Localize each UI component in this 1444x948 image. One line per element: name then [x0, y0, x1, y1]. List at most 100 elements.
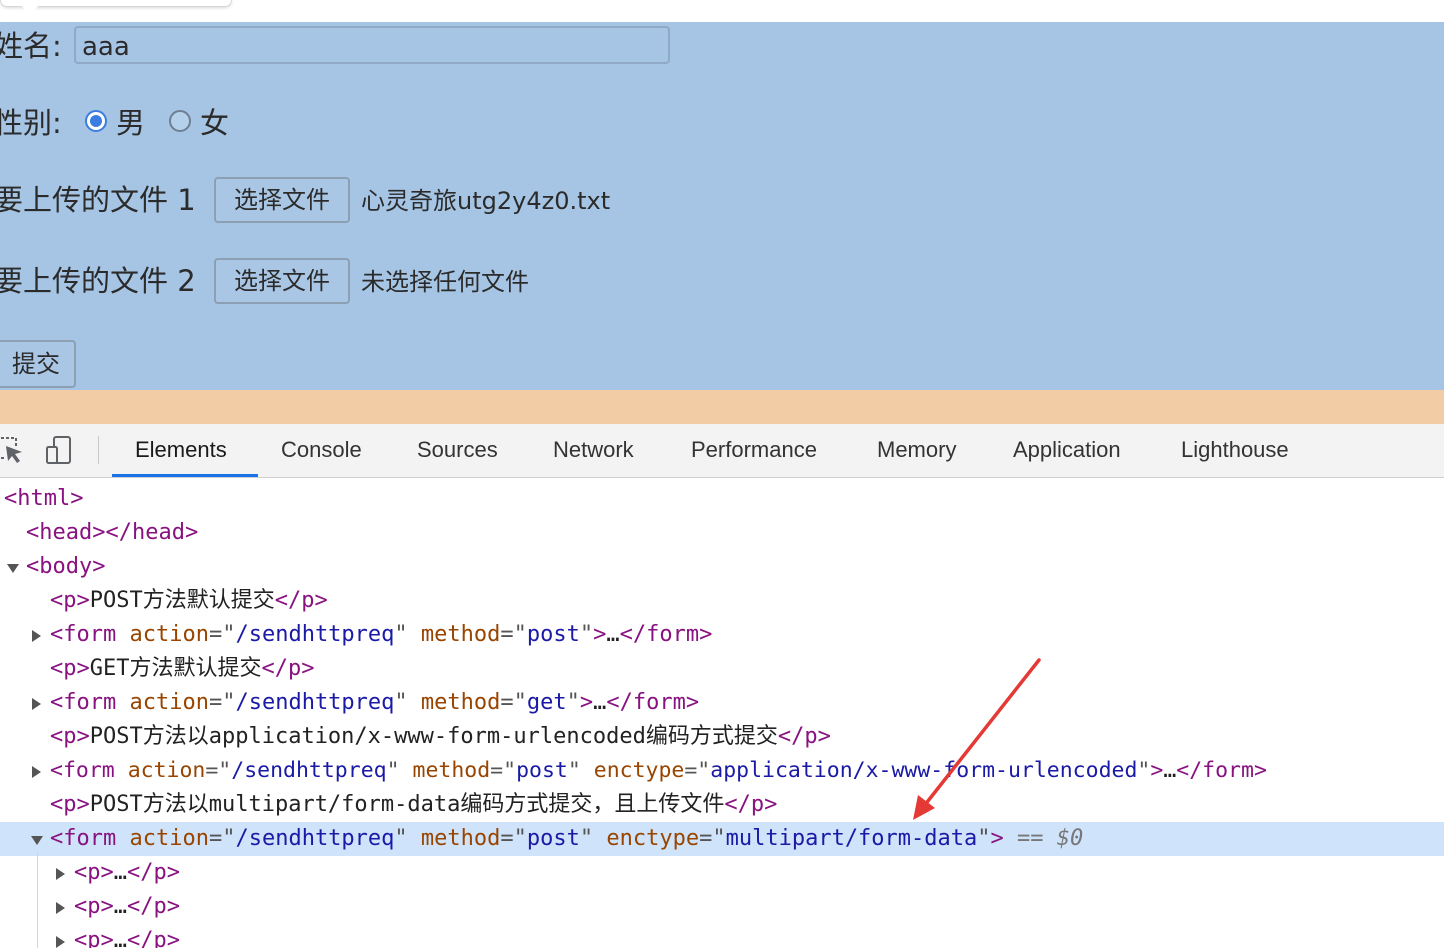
dom-node-p-child[interactable]: <p>…</p>	[0, 856, 1444, 890]
dom-node-form-selected[interactable]: <form action="/sendhttpreq" method="post…	[0, 822, 1444, 856]
name-label: 姓名:	[0, 29, 62, 63]
gender-option-female-label: 女	[200, 106, 230, 140]
collapse-triangle-icon[interactable]	[31, 836, 43, 845]
collapsed-ellipsis: …	[113, 894, 127, 919]
active-tab-indicator	[112, 474, 258, 477]
attr-value: post	[516, 758, 568, 783]
tag-name: p	[301, 588, 315, 613]
file1-choose-button[interactable]: 选择文件	[214, 177, 350, 223]
dom-node-html[interactable]: <html>	[0, 482, 1444, 516]
attr-value: multipart/form-data	[725, 826, 978, 851]
tag-name: head	[131, 520, 185, 545]
tag-name: p	[63, 588, 77, 613]
attr-name: enctype	[606, 826, 700, 851]
file2-label: 要上传的文件 2	[0, 264, 196, 298]
dom-node-p[interactable]: <p>POST方法以multipart/form-data编码方式提交，且上传文…	[0, 788, 1444, 822]
dom-node-p[interactable]: <p>POST方法以application/x-www-form-urlenco…	[0, 720, 1444, 754]
collapsed-ellipsis: …	[113, 860, 127, 885]
dom-node-form[interactable]: <form action="/sendhttpreq" method="post…	[0, 754, 1444, 788]
tag-name: p	[750, 792, 765, 817]
tag-name: form	[1202, 758, 1254, 783]
tag-name: html	[17, 486, 71, 511]
text-node: POST方法默认提交	[89, 588, 275, 613]
attr-value: get	[526, 690, 567, 715]
attr-value: post	[526, 622, 580, 647]
expand-triangle-icon[interactable]	[32, 630, 41, 642]
attr-name: action	[129, 622, 209, 647]
attr-name: method	[420, 826, 501, 851]
device-toolbar-icon[interactable]	[44, 434, 76, 466]
dom-node-p[interactable]: <p>POST方法默认提交</p>	[0, 584, 1444, 618]
expand-triangle-icon[interactable]	[32, 766, 41, 778]
dom-node-head[interactable]: <head></head>	[0, 516, 1444, 550]
dom-node-p-child[interactable]: <p>…</p>	[0, 924, 1444, 948]
file1-status: 心灵奇旅utg2y4z0.txt	[361, 187, 611, 215]
inspect-element-icon[interactable]	[0, 434, 26, 466]
tag-name: form	[63, 826, 117, 851]
tag-name: head	[39, 520, 93, 545]
tag-name: p	[804, 724, 818, 749]
attr-name: action	[129, 690, 209, 715]
tab-network[interactable]: Network	[553, 424, 634, 477]
tag-name: form	[646, 622, 700, 647]
dom-node-form[interactable]: <form action="/sendhttpreq" method="post…	[0, 618, 1444, 652]
attr-value: /sendhttpreq	[235, 622, 395, 647]
tab-memory[interactable]: Memory	[877, 424, 956, 477]
collapsed-ellipsis: …	[113, 928, 127, 948]
attr-name: method	[420, 622, 501, 647]
tag-name: p	[63, 792, 77, 817]
attr-name: enctype	[593, 758, 685, 783]
expand-triangle-icon[interactable]	[32, 698, 41, 710]
file2-choose-button[interactable]: 选择文件	[214, 258, 350, 304]
file1-label: 要上传的文件 1	[0, 183, 196, 217]
tag-name: form	[632, 690, 686, 715]
file2-status: 未选择任何文件	[361, 268, 529, 296]
name-input[interactable]: aaa	[74, 26, 670, 64]
tag-name: p	[63, 656, 77, 681]
page-viewport: 姓名: aaa 性别: 男 女 要上传的文件 1 选择文件 心灵奇旅utg2y4…	[0, 0, 1444, 424]
attr-value: /sendhttpreq	[235, 826, 395, 851]
devtools-tabbar: Elements Console Sources Network Perform…	[0, 424, 1444, 478]
text-node: GET方法默认提交	[89, 656, 262, 681]
tag-name: form	[63, 622, 117, 647]
elements-dom-tree: <html> <head></head> <body> <p>POST方法默认提…	[0, 480, 1444, 948]
attr-value: application/x-www-form-urlencoded	[710, 758, 1138, 783]
gender-radio-female[interactable]	[169, 110, 191, 132]
form-margin-highlight	[0, 390, 1444, 424]
dom-node-p-child[interactable]: <p>…</p>	[0, 890, 1444, 924]
attr-name: method	[420, 690, 501, 715]
expand-triangle-icon[interactable]	[56, 868, 65, 880]
collapse-triangle-icon[interactable]	[7, 564, 19, 573]
attr-value: post	[526, 826, 580, 851]
attr-name: action	[129, 826, 209, 851]
attr-value: /sendhttpreq	[231, 758, 387, 783]
expand-triangle-icon[interactable]	[56, 902, 65, 914]
collapsed-ellipsis: …	[1163, 758, 1177, 783]
tab-application[interactable]: Application	[1013, 424, 1121, 477]
gender-radio-male[interactable]	[85, 110, 107, 132]
attr-value: /sendhttpreq	[235, 690, 395, 715]
submit-button[interactable]: 提交	[0, 340, 76, 388]
attr-name: action	[127, 758, 206, 783]
expand-triangle-icon[interactable]	[56, 936, 65, 948]
tab-console[interactable]: Console	[281, 424, 362, 477]
gender-label: 性别:	[0, 106, 62, 140]
tag-name: p	[87, 928, 101, 948]
tag-name: p	[87, 860, 101, 885]
tab-sources[interactable]: Sources	[417, 424, 498, 477]
toolbar-divider	[98, 436, 99, 464]
tag-name: p	[288, 656, 302, 681]
inspect-tooltip	[0, 0, 232, 16]
tab-performance[interactable]: Performance	[691, 424, 817, 477]
tag-name: p	[153, 928, 167, 948]
text-node: POST方法以application/x-www-form-urlencoded…	[89, 724, 778, 749]
tag-name: p	[153, 860, 167, 885]
dom-node-body[interactable]: <body>	[0, 550, 1444, 584]
tag-name: p	[87, 894, 101, 919]
tab-elements[interactable]: Elements	[135, 424, 227, 477]
collapsed-ellipsis: …	[606, 622, 620, 647]
dom-node-p[interactable]: <p>GET方法默认提交</p>	[0, 652, 1444, 686]
tag-name: form	[62, 758, 115, 783]
tab-lighthouse[interactable]: Lighthouse	[1181, 424, 1289, 477]
dom-node-form[interactable]: <form action="/sendhttpreq" method="get"…	[0, 686, 1444, 720]
